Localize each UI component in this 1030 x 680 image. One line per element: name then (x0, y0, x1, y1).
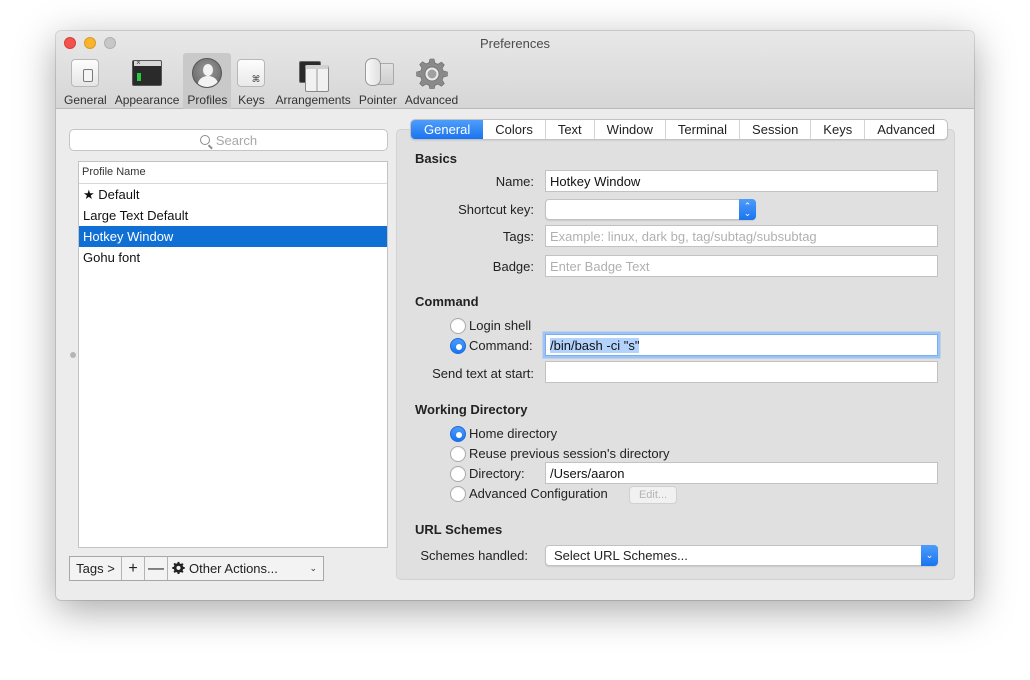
window-title: Preferences (479, 36, 551, 51)
tab-colors[interactable]: Colors (483, 120, 546, 139)
home-directory-label: Home directory (469, 426, 558, 441)
shortcut-key-popup[interactable]: ⌃ ⌄ (545, 199, 756, 220)
add-profile-button[interactable]: + (122, 557, 145, 580)
profile-actions-bar: Tags > + — Other Actions... ⌄ (69, 556, 324, 581)
tab-terminal[interactable]: Terminal (666, 120, 741, 139)
toolbar-item-advanced[interactable]: Advanced (401, 53, 462, 109)
toolbar-item-appearance[interactable]: Appearance (111, 53, 184, 109)
directory-field[interactable]: /Users/aaron (545, 462, 938, 484)
remove-profile-button[interactable]: — (145, 557, 168, 580)
tags-label: Tags: (502, 229, 534, 244)
command-radio[interactable] (450, 338, 466, 354)
url-schemes-popup[interactable]: Select URL Schemes... ⌄ (545, 545, 938, 566)
command-field[interactable]: /bin/bash -ci "s" (545, 334, 938, 356)
advanced-configuration-label: Advanced Configuration (469, 486, 608, 501)
badge-label: Badge: (492, 259, 534, 274)
profile-row-gohu-font[interactable]: Gohu font (79, 247, 387, 268)
search-placeholder: Search (215, 132, 258, 148)
toolbar-item-label: General (64, 93, 107, 107)
pointer-icon (362, 57, 394, 87)
other-actions-label: Other Actions... (189, 561, 278, 576)
tags-field[interactable]: Example: linux, dark bg, tag/subtag/subs… (545, 225, 938, 247)
preferences-toolbar: General Appearance Profiles Keys Arrange… (60, 53, 462, 109)
tab-keys[interactable]: Keys (811, 120, 866, 139)
profiles-icon (192, 58, 223, 88)
tags-button[interactable]: Tags > (70, 557, 122, 580)
chevron-down-icon: ⌄ (309, 563, 317, 573)
toolbar-item-profiles[interactable]: Profiles (183, 53, 232, 109)
preferences-window: Preferences General Appearance Profiles … (56, 31, 974, 600)
toolbar-item-general[interactable]: General (60, 53, 111, 109)
tab-text[interactable]: Text (546, 120, 595, 139)
tab-window[interactable]: Window (595, 120, 666, 139)
send-text-field[interactable] (545, 361, 938, 383)
name-label: Name: (495, 174, 534, 189)
login-shell-label: Login shell (469, 318, 532, 333)
column-header-profile-name[interactable]: Profile Name (79, 162, 387, 184)
edit-button[interactable]: Edit... (629, 486, 677, 504)
up-down-arrows-icon: ⌃ ⌄ (739, 199, 756, 220)
tab-general[interactable]: General (411, 120, 484, 139)
reuse-directory-label: Reuse previous session's directory (469, 446, 670, 461)
command-label: Command: (469, 338, 533, 353)
command-heading: Command (415, 294, 479, 309)
toolbar-item-keys[interactable]: Keys (231, 53, 271, 109)
appearance-icon (132, 60, 163, 86)
profile-tabs: General Colors Text Window Terminal Sess… (410, 119, 949, 140)
badge-field[interactable]: Enter Badge Text (545, 255, 938, 277)
titlebar: Preferences General Appearance Profiles … (56, 31, 974, 109)
toolbar-item-label: Profiles (187, 93, 228, 107)
other-actions-button[interactable]: Other Actions... ⌄ (168, 557, 323, 580)
working-directory-heading: Working Directory (415, 402, 528, 417)
profile-row-default[interactable]: ★ Default (79, 184, 387, 205)
name-field[interactable]: Hotkey Window (545, 170, 938, 192)
profile-row-large-text-default[interactable]: Large Text Default (79, 205, 387, 226)
reuse-directory-radio[interactable] (450, 446, 466, 462)
toolbar-item-label: Appearance (114, 93, 180, 107)
toolbar-item-label: Keys (238, 93, 265, 107)
shortcut-key-label: Shortcut key: (458, 202, 534, 217)
toolbar-item-pointer[interactable]: Pointer (355, 53, 401, 109)
keys-icon (237, 59, 266, 87)
directory-label: Directory: (469, 466, 525, 481)
login-shell-radio[interactable] (450, 318, 466, 334)
url-schemes-heading: URL Schemes (415, 522, 503, 537)
directory-radio[interactable] (450, 466, 466, 482)
split-view-handle[interactable] (70, 352, 76, 358)
url-schemes-value: Select URL Schemes... (554, 548, 688, 563)
gear-icon (415, 57, 448, 89)
chevron-down-icon: ⌄ (921, 545, 938, 566)
toolbar-item-label: Pointer (358, 93, 397, 107)
advanced-configuration-radio[interactable] (450, 486, 466, 502)
tab-advanced[interactable]: Advanced (865, 120, 947, 139)
toolbar-item-arrangements[interactable]: Arrangements (271, 53, 354, 109)
profile-row-hotkey-window[interactable]: Hotkey Window (79, 226, 387, 247)
tab-session[interactable]: Session (740, 120, 812, 139)
command-value: /bin/bash -ci "s" (550, 338, 640, 353)
general-icon (71, 59, 100, 87)
send-text-label: Send text at start: (432, 366, 534, 381)
schemes-handled-label: Schemes handled: (420, 548, 528, 563)
profile-list: Profile Name ★ Default Large Text Defaul… (78, 161, 388, 548)
arrangements-icon (297, 59, 330, 92)
home-directory-radio[interactable] (450, 426, 466, 442)
toolbar-item-label: Arrangements (275, 93, 351, 107)
basics-heading: Basics (415, 151, 457, 166)
profile-search-input[interactable]: Search (69, 129, 388, 151)
toolbar-item-label: Advanced (404, 93, 459, 107)
search-icon (199, 135, 210, 145)
gear-icon (172, 561, 185, 577)
